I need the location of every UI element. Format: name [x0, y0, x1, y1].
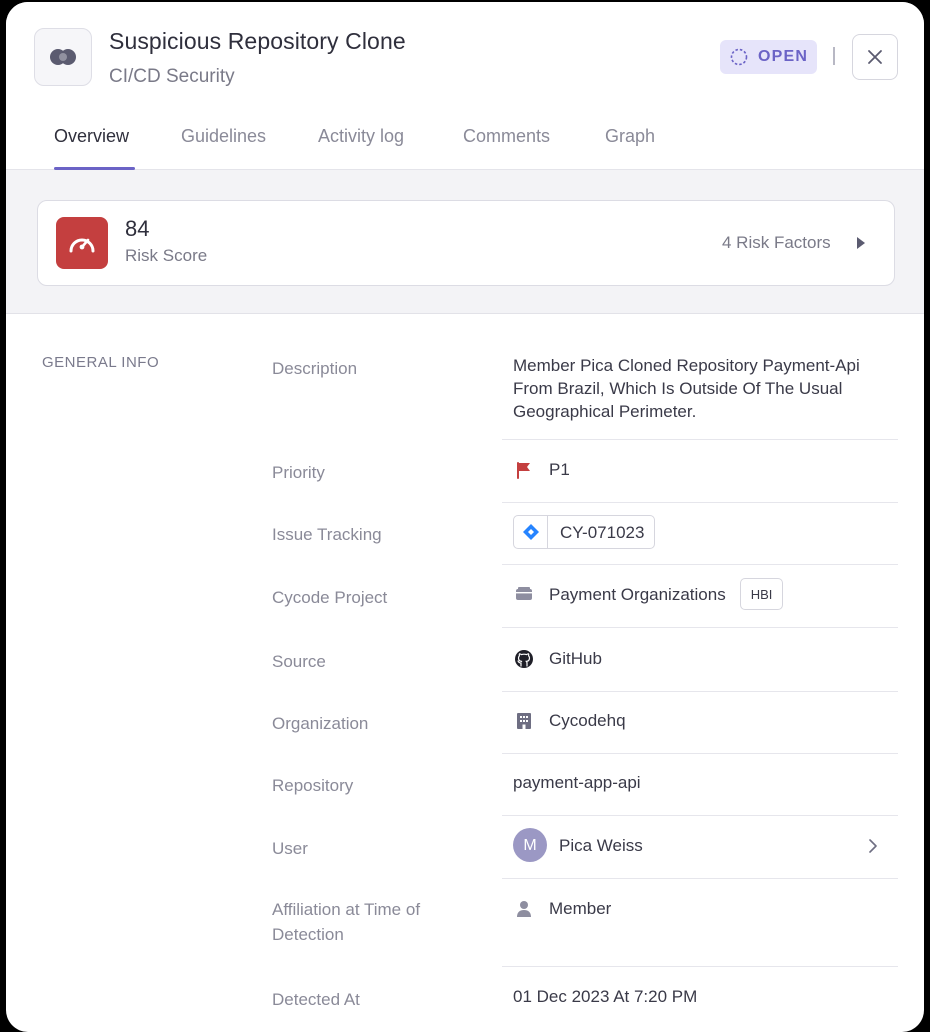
- page-title: Suspicious Repository Clone: [109, 28, 406, 54]
- risk-score-value: 84: [125, 216, 150, 241]
- person-icon: [513, 898, 535, 920]
- project-icon: [513, 583, 535, 605]
- info-label: Detected At: [272, 990, 360, 1009]
- project-tag: HBI: [739, 578, 784, 610]
- info-label: Affiliation at Time of Detection: [272, 900, 421, 944]
- row-divider: [502, 691, 898, 692]
- row-divider: [502, 564, 898, 565]
- close-icon: [868, 50, 882, 64]
- source-name: GitHub: [549, 649, 602, 668]
- status-badge[interactable]: OPEN: [720, 40, 817, 74]
- affiliation-text: Member: [549, 899, 612, 918]
- row-divider: [502, 966, 898, 967]
- affiliation-value: Member: [513, 897, 611, 920]
- info-label: Description: [272, 359, 358, 378]
- issue-tracking-value: CY-071023: [513, 515, 656, 549]
- tab-overview[interactable]: Overview: [54, 126, 129, 147]
- info-label: User: [272, 839, 308, 858]
- tab-bar: Overview Guidelines Activity log Comment…: [6, 120, 924, 170]
- source-value: GitHub: [513, 647, 602, 670]
- user-value[interactable]: M Pica Weiss: [513, 828, 643, 862]
- info-label: Organization: [272, 714, 369, 733]
- info-label: Issue Tracking: [272, 525, 382, 544]
- row-divider: [502, 878, 898, 879]
- user-name: Pica Weiss: [559, 835, 643, 855]
- general-info-heading: GENERAL INFO: [42, 354, 160, 371]
- alert-detail-panel: Suspicious Repository Clone CI/CD Securi…: [6, 2, 924, 1032]
- panel-header: Suspicious Repository Clone CI/CD Securi…: [6, 2, 924, 170]
- category-icon: [34, 28, 92, 86]
- status-label: OPEN: [758, 48, 809, 65]
- row-divider: [502, 439, 898, 440]
- gauge-icon: [56, 217, 108, 269]
- risk-score-card[interactable]: 84 Risk Score 4 Risk Factors: [37, 200, 895, 286]
- risk-section: 84 Risk Score 4 Risk Factors: [6, 170, 924, 314]
- status-open-icon: [730, 48, 748, 66]
- organization-value: Cycodehq: [513, 709, 626, 732]
- tab-graph[interactable]: Graph: [605, 126, 655, 147]
- issue-link-chip[interactable]: CY-071023: [513, 515, 656, 549]
- info-label: Source: [272, 652, 326, 671]
- avatar: M: [513, 828, 547, 862]
- detected-at-value: 01 Dec 2023 At 7:20 PM: [513, 987, 698, 1006]
- tab-activity-log[interactable]: Activity log: [318, 126, 404, 147]
- close-button[interactable]: [852, 34, 898, 80]
- info-label: Cycode Project: [272, 588, 388, 607]
- github-icon: [513, 648, 535, 670]
- jira-icon: [514, 516, 548, 548]
- info-label: Priority: [272, 463, 325, 482]
- priority-value: P1: [513, 458, 570, 481]
- organization-name: Cycodehq: [549, 711, 626, 730]
- priority-label: P1: [549, 460, 570, 479]
- header-divider: [833, 47, 835, 65]
- project-name[interactable]: Payment Organizations: [549, 583, 726, 606]
- repository-value: payment-app-api: [513, 773, 641, 792]
- tab-comments[interactable]: Comments: [463, 126, 550, 147]
- info-label: Repository: [272, 776, 354, 795]
- row-divider: [502, 627, 898, 628]
- building-icon: [513, 710, 535, 732]
- page-subtitle: CI/CD Security: [109, 66, 235, 87]
- tab-guidelines[interactable]: Guidelines: [181, 126, 266, 147]
- flag-icon: [513, 459, 535, 481]
- row-divider: [502, 502, 898, 503]
- risk-score-label: Risk Score: [125, 246, 208, 265]
- row-divider: [502, 815, 898, 816]
- cycode-project-value: Payment Organizations HBI: [513, 578, 784, 610]
- chevron-right-icon[interactable]: [868, 839, 878, 853]
- row-divider: [502, 753, 898, 754]
- issue-key: CY-071023: [560, 522, 645, 542]
- description-value: Member Pica Cloned Repository Payment-Ap…: [513, 356, 860, 421]
- caret-right-icon[interactable]: [856, 236, 866, 250]
- risk-factors-link[interactable]: 4 Risk Factors: [722, 233, 831, 253]
